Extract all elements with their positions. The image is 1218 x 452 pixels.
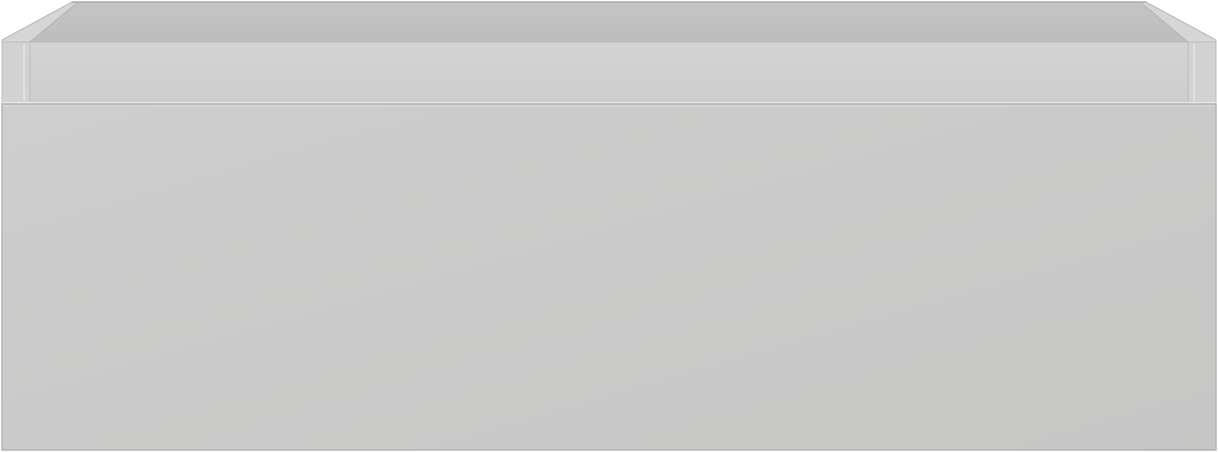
drawer-drawing [1,1,1217,451]
inner-back-wall [28,1,1190,43]
inner-rim-band [29,41,1189,104]
drawer-box-top [1,1,1217,104]
drawer-illustration [0,0,1218,452]
drawer-front-panel [1,103,1217,451]
right-corner-post [1187,41,1217,104]
left-corner-post [1,41,31,104]
